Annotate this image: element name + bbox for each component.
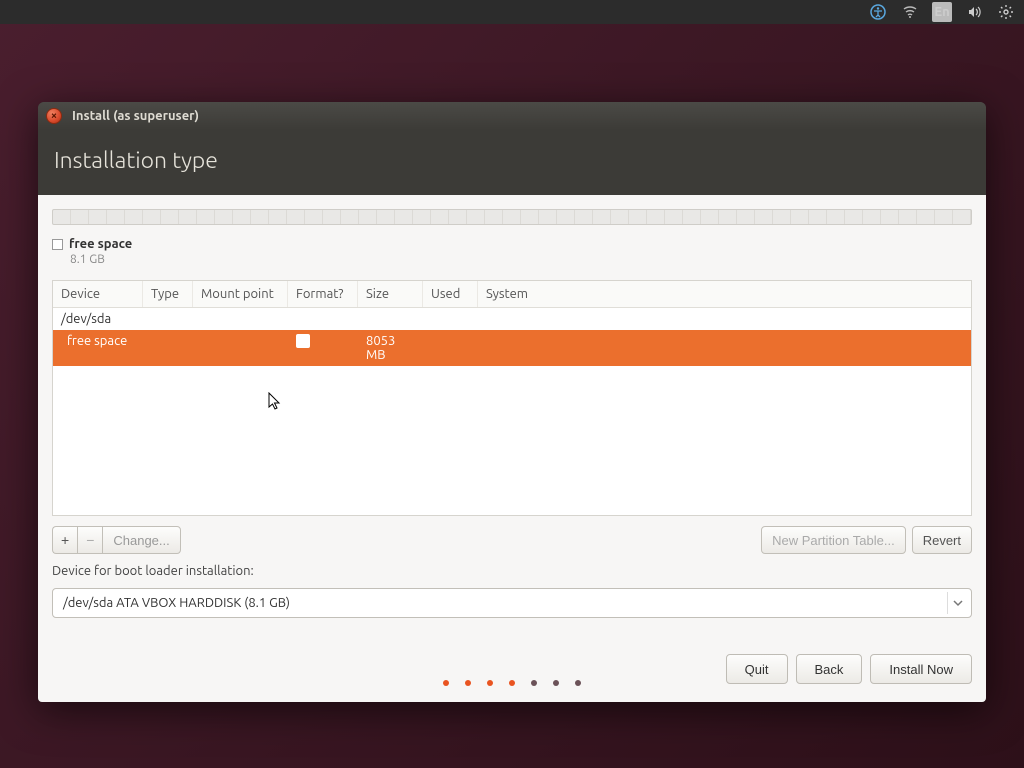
col-format: Format? xyxy=(288,281,358,307)
col-size: Size xyxy=(358,281,423,307)
progress-dots xyxy=(38,680,986,686)
table-row-device[interactable]: /dev/sda xyxy=(53,308,971,330)
col-used: Used xyxy=(423,281,478,307)
progress-dot xyxy=(531,680,537,686)
add-button[interactable]: + xyxy=(52,526,77,554)
col-device: Device xyxy=(53,281,143,307)
close-button[interactable] xyxy=(46,108,62,124)
bootloader-label: Device for boot loader installation: xyxy=(52,564,972,578)
progress-dot xyxy=(575,680,581,686)
device-cell: /dev/sda xyxy=(53,308,143,330)
row-device: free space xyxy=(53,330,143,366)
col-system: System xyxy=(478,281,971,307)
table-row-selected[interactable]: free space 8053 MB xyxy=(53,330,971,366)
installer-window: Install (as superuser) Installation type… xyxy=(38,102,986,702)
format-checkbox[interactable] xyxy=(296,334,310,348)
revert-button[interactable]: Revert xyxy=(912,526,972,554)
window-title: Install (as superuser) xyxy=(72,109,199,123)
progress-dot xyxy=(487,680,493,686)
new-partition-table-button[interactable]: New Partition Table... xyxy=(761,526,906,554)
top-panel: En xyxy=(0,0,1024,24)
gear-icon[interactable] xyxy=(996,2,1016,22)
free-space-swatch xyxy=(52,239,63,250)
free-space-size: 8.1 GB xyxy=(52,253,972,266)
partition-toolbar: + − Change... New Partition Table... Rev… xyxy=(52,526,972,554)
partition-table[interactable]: Device Type Mount point Format? Size Use… xyxy=(52,280,972,516)
row-size: 8053 MB xyxy=(358,330,423,366)
bootloader-select[interactable]: /dev/sda ATA VBOX HARDDISK (8.1 GB) xyxy=(52,588,972,618)
network-icon[interactable] xyxy=(900,2,920,22)
footer-buttons: Quit Back Install Now xyxy=(52,628,972,684)
free-space-label: free space xyxy=(69,237,132,251)
remove-button[interactable]: − xyxy=(77,526,102,554)
disk-usage-bar xyxy=(52,209,972,225)
progress-dot xyxy=(509,680,515,686)
col-mount: Mount point xyxy=(193,281,288,307)
page-title: Installation type xyxy=(54,148,970,173)
chevron-down-icon xyxy=(947,592,967,614)
progress-dot xyxy=(443,680,449,686)
progress-dot xyxy=(465,680,471,686)
bootloader-selected: /dev/sda ATA VBOX HARDDISK (8.1 GB) xyxy=(63,596,947,610)
free-space-summary: free space 8.1 GB xyxy=(52,235,972,270)
table-header: Device Type Mount point Format? Size Use… xyxy=(53,281,971,308)
volume-icon[interactable] xyxy=(964,2,984,22)
titlebar: Install (as superuser) xyxy=(38,102,986,130)
accessibility-icon[interactable] xyxy=(868,2,888,22)
col-type: Type xyxy=(143,281,193,307)
content-area: free space 8.1 GB Device Type Mount poin… xyxy=(38,195,986,702)
change-button[interactable]: Change... xyxy=(102,526,180,554)
header-area: Installation type xyxy=(38,130,986,195)
language-indicator[interactable]: En xyxy=(932,2,952,22)
progress-dot xyxy=(553,680,559,686)
